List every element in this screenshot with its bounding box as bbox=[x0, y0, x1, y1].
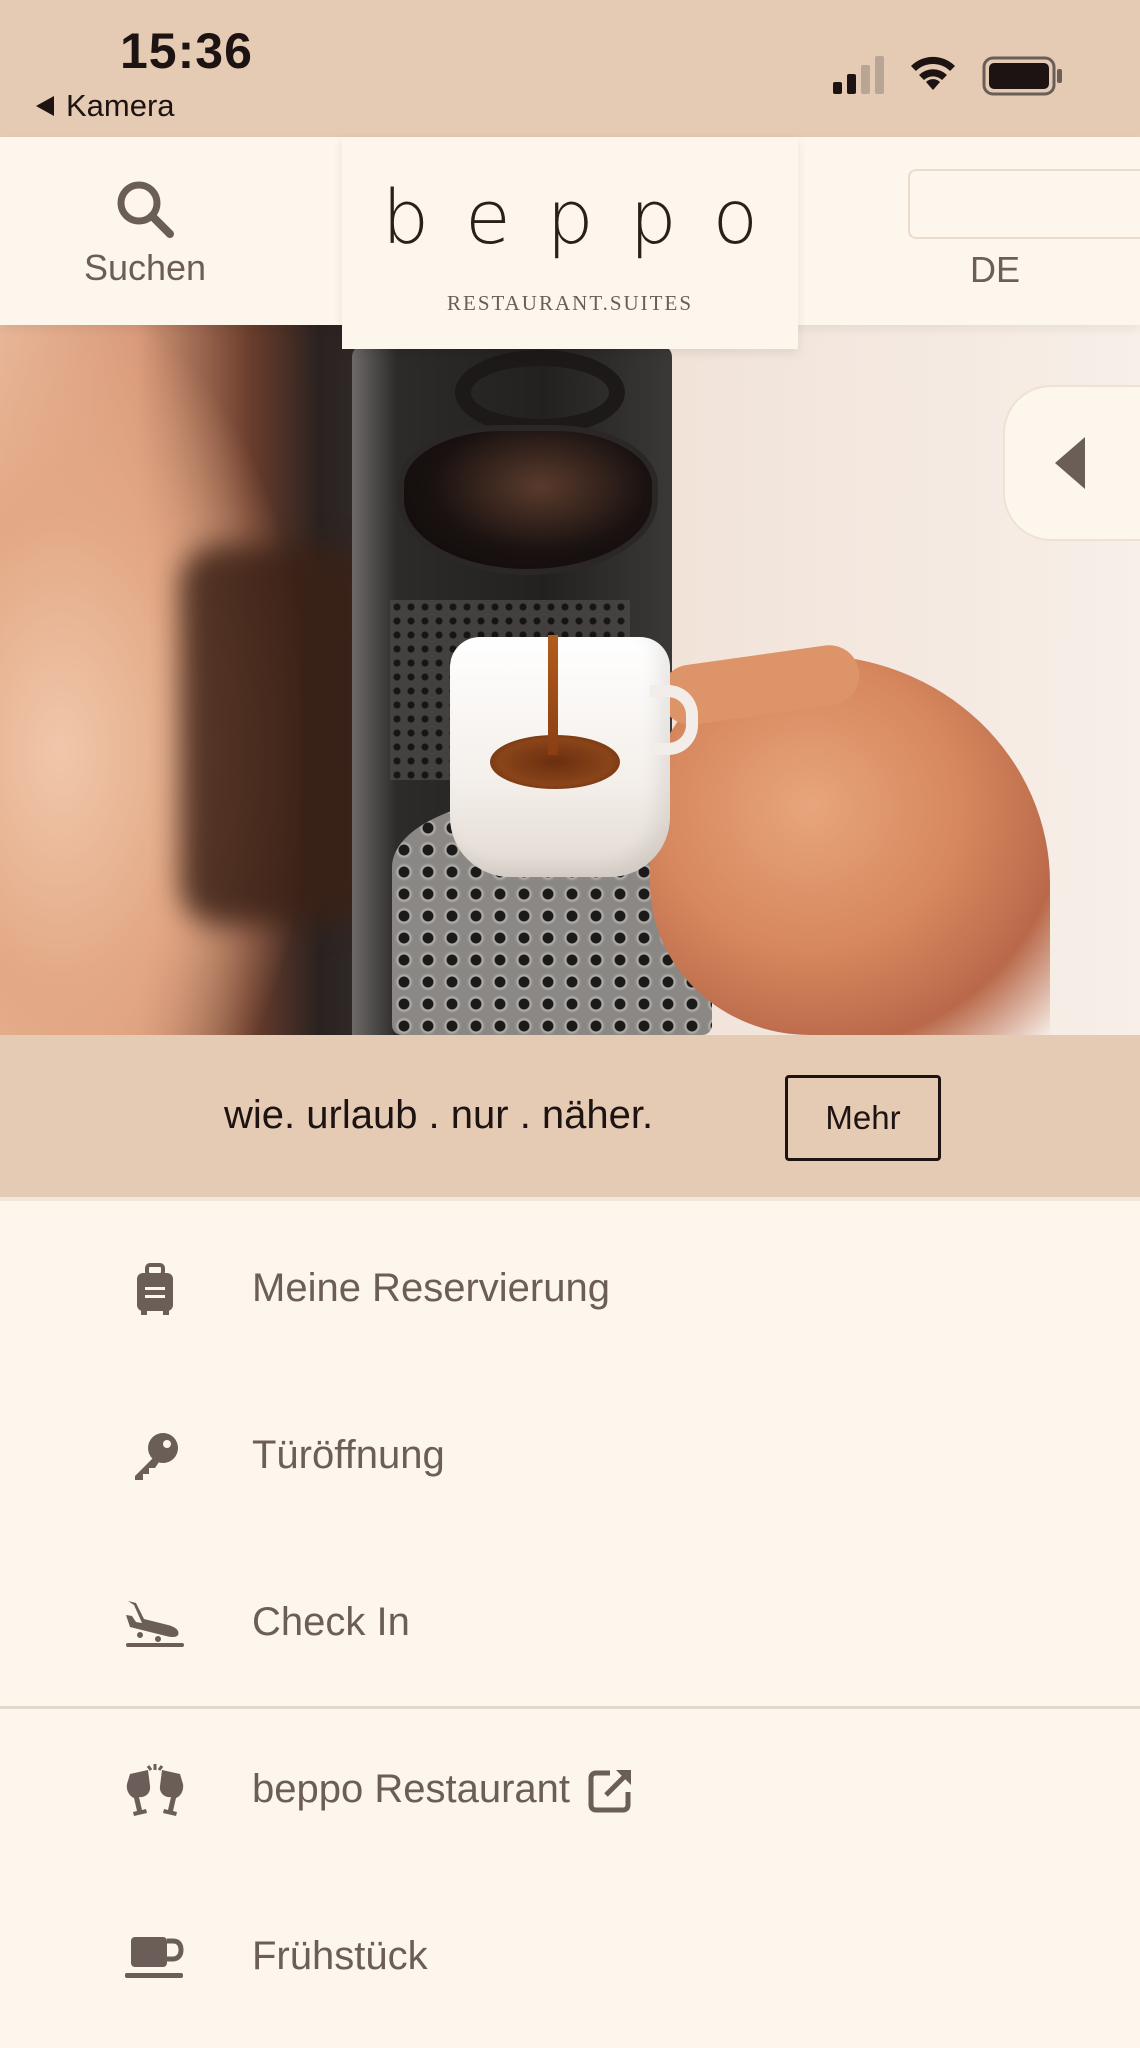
suitcase-icon bbox=[120, 1254, 190, 1324]
external-link-icon bbox=[588, 1769, 632, 1812]
hero-image bbox=[0, 325, 1140, 1035]
slogan-band: wie. urlaub . nur . näher. Mehr bbox=[0, 1035, 1140, 1201]
menu-divider bbox=[0, 1706, 1140, 1709]
plane-landing-icon bbox=[120, 1588, 190, 1658]
side-drawer-toggle[interactable] bbox=[1003, 385, 1140, 541]
menu-item-check-in[interactable]: Check In bbox=[0, 1539, 1140, 1706]
battery-icon bbox=[982, 56, 1062, 96]
menu-item-label: Frühstück bbox=[252, 1934, 428, 1978]
glasses-cheers-icon bbox=[120, 1755, 190, 1825]
status-bar: 15:36 Kamera bbox=[0, 0, 1140, 137]
slogan-text: wie. urlaub . nur . näher. bbox=[224, 1093, 654, 1137]
menu-item-label: Check In bbox=[252, 1600, 410, 1644]
back-to-camera-link[interactable]: Kamera bbox=[36, 88, 175, 124]
menu-item-reservation[interactable]: Meine Reservierung bbox=[0, 1205, 1140, 1372]
wifi-icon bbox=[911, 56, 955, 90]
language-selector[interactable] bbox=[908, 169, 1140, 239]
chevron-left-icon bbox=[1055, 437, 1085, 489]
logo-wordmark: beppo bbox=[382, 175, 794, 261]
main-menu: Meine Reservierung Türöffnung Check In b… bbox=[0, 1205, 1140, 2040]
search-icon bbox=[117, 181, 174, 238]
menu-item-door-opening[interactable]: Türöffnung bbox=[0, 1372, 1140, 1539]
logo-subtitle: RESTAURANT.SUITES bbox=[446, 291, 694, 315]
coffee-mug-icon bbox=[120, 1922, 190, 1992]
more-button[interactable]: Mehr bbox=[785, 1075, 941, 1161]
menu-item-label: beppo Restaurant bbox=[252, 1767, 571, 1811]
menu-item-label-wrap: beppo Restaurant bbox=[252, 1767, 634, 1813]
back-arrow-icon bbox=[36, 96, 54, 116]
menu-item-breakfast[interactable]: Frühstück bbox=[0, 1873, 1140, 2040]
status-time: 15:36 bbox=[120, 23, 253, 79]
cellular-signal-icon bbox=[833, 56, 884, 94]
menu-item-label: Türöffnung bbox=[252, 1433, 445, 1477]
menu-item-label: Meine Reservierung bbox=[252, 1266, 610, 1310]
logo[interactable]: beppo RESTAURANT.SUITES bbox=[342, 137, 798, 349]
back-label: Kamera bbox=[66, 88, 175, 123]
menu-item-restaurant[interactable]: beppo Restaurant bbox=[0, 1706, 1140, 1873]
key-icon bbox=[120, 1421, 190, 1491]
language-label[interactable]: DE bbox=[950, 249, 1040, 291]
search-button[interactable]: Suchen bbox=[60, 177, 230, 297]
search-label: Suchen bbox=[83, 247, 207, 288]
